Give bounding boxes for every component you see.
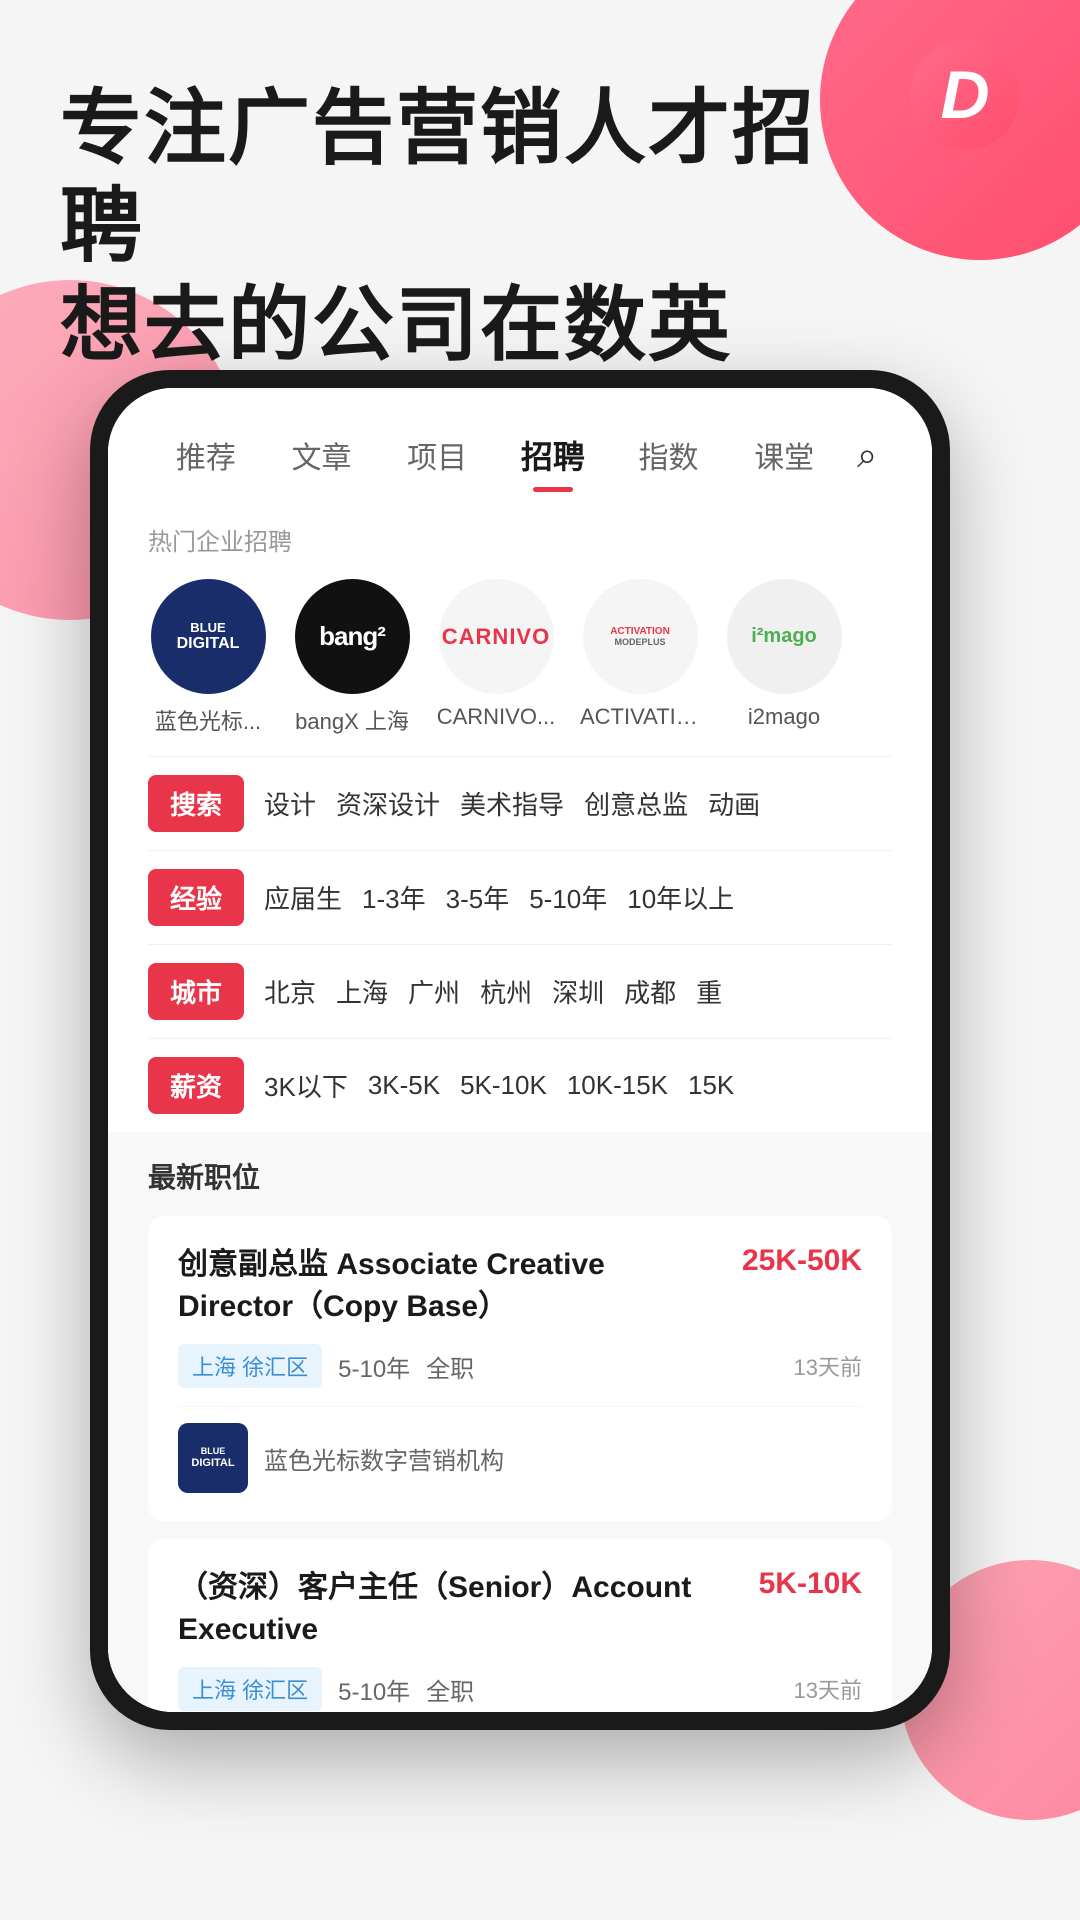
filter-opt-animation[interactable]: 动画 (708, 785, 760, 822)
filter-opt-creative-director[interactable]: 创意总监 (584, 785, 688, 822)
company-logo-small-0: BLUE DIGITAL (178, 1423, 248, 1493)
company-name-2: CARNIVO... (437, 704, 556, 730)
company-item-carnivo[interactable]: CARNIVO CARNIVO... (436, 579, 556, 736)
app-logo-letter: D (940, 56, 989, 134)
filter-tag-experience[interactable]: 经验 (148, 869, 244, 926)
filter-opt-3k-below[interactable]: 3K以下 (264, 1067, 348, 1104)
filter-opt-hangzhou[interactable]: 杭州 (480, 973, 532, 1010)
job-card-header-1: （资深）客户主任（Senior）Account Executive 5K-10K (178, 1567, 862, 1651)
filter-opt-10plus[interactable]: 10年以上 (627, 879, 734, 916)
job-title-1: （资深）客户主任（Senior）Account Executive (178, 1567, 739, 1651)
nav-item-recruit[interactable]: 招聘 (495, 424, 611, 486)
hero-section: 专注广告营销人才招聘 想去的公司在数英 (60, 80, 880, 375)
filter-opt-senior-design[interactable]: 资深设计 (336, 785, 440, 822)
company-name-3: ACTIVATIO... (580, 704, 700, 730)
nav-item-recommend[interactable]: 推荐 (148, 425, 264, 485)
job-location-1: 上海 徐汇区 (178, 1667, 322, 1711)
company-name-1: bangX 上海 (295, 704, 409, 736)
search-icon[interactable]: ⌕ (842, 434, 892, 477)
job-meta-1: 上海 徐汇区 5-10年 全职 13天前 (178, 1667, 862, 1711)
nav-item-course[interactable]: 课堂 (726, 425, 842, 485)
job-exp-1: 5-10年 (338, 1672, 410, 1707)
top-nav: 推荐 文章 项目 招聘 指数 课堂 ⌕ (108, 388, 932, 506)
company-item-activation[interactable]: ACTIVATION MODEPLUS ACTIVATIO... (580, 579, 700, 736)
filter-opt-fresh[interactable]: 应届生 (264, 879, 342, 916)
company-logo-imago: i²mago (727, 579, 842, 694)
filter-opt-3k-5k[interactable]: 3K-5K (368, 1070, 440, 1101)
filter-opt-art-director[interactable]: 美术指导 (460, 785, 564, 822)
job-title-0: 创意副总监 Associate Creative Director（Copy B… (178, 1244, 722, 1328)
filter-tag-salary[interactable]: 薪资 (148, 1057, 244, 1114)
job-card-0[interactable]: 创意副总监 Associate Creative Director（Copy B… (148, 1216, 892, 1521)
filter-opt-more[interactable]: 重 (696, 973, 722, 1010)
filter-row-search: 搜索 设计 资深设计 美术指导 创意总监 动画 (148, 756, 892, 850)
filter-opt-design[interactable]: 设计 (264, 785, 316, 822)
job-card-1[interactable]: （资深）客户主任（Senior）Account Executive 5K-10K… (148, 1539, 892, 1712)
job-salary-1: 5K-10K (759, 1567, 862, 1601)
jobs-section: 最新职位 创意副总监 Associate Creative Director（C… (108, 1132, 932, 1712)
filter-row-city: 城市 北京 上海 广州 杭州 深圳 成都 重 (148, 944, 892, 1038)
job-exp-0: 5-10年 (338, 1349, 410, 1384)
filter-opt-10k-15k[interactable]: 10K-15K (567, 1070, 668, 1101)
job-type-1: 全职 (426, 1672, 474, 1707)
phone-content: 推荐 文章 项目 招聘 指数 课堂 ⌕ 热门企业招聘 BLUE DIGITAL (108, 388, 932, 1712)
job-time-1: 13天前 (794, 1673, 862, 1705)
phone-outer: 推荐 文章 项目 招聘 指数 课堂 ⌕ 热门企业招聘 BLUE DIGITAL (90, 370, 950, 1730)
filter-opt-15k[interactable]: 15K (688, 1070, 734, 1101)
filter-tag-search[interactable]: 搜索 (148, 775, 244, 832)
hero-title: 专注广告营销人才招聘 想去的公司在数英 (60, 80, 880, 375)
job-meta-0: 上海 徐汇区 5-10年 全职 13天前 (178, 1344, 862, 1388)
filter-opt-shenzhen[interactable]: 深圳 (552, 973, 604, 1010)
company-logos-list: BLUE DIGITAL 蓝色光标... bang² bangX 上海 CARN… (108, 569, 932, 756)
company-logo-bangx: bang² (295, 579, 410, 694)
company-logo-blue-digital: BLUE DIGITAL (151, 579, 266, 694)
filter-section: 搜索 设计 资深设计 美术指导 创意总监 动画 经验 应届生 1-3年 3-5年… (108, 756, 932, 1132)
company-logo-activation: ACTIVATION MODEPLUS (583, 579, 698, 694)
phone-mockup: 推荐 文章 项目 招聘 指数 课堂 ⌕ 热门企业招聘 BLUE DIGITAL (90, 370, 1080, 1820)
job-company-0: BLUE DIGITAL 蓝色光标数字营销机构 (178, 1406, 862, 1493)
filter-opt-1-3[interactable]: 1-3年 (362, 879, 426, 916)
nav-item-project[interactable]: 项目 (379, 425, 495, 485)
filter-opt-shanghai[interactable]: 上海 (336, 973, 388, 1010)
filter-tag-city[interactable]: 城市 (148, 963, 244, 1020)
job-card-header-0: 创意副总监 Associate Creative Director（Copy B… (178, 1244, 862, 1328)
company-logo-carnivo: CARNIVO (439, 579, 554, 694)
filter-row-salary: 薪资 3K以下 3K-5K 5K-10K 10K-15K 15K (148, 1038, 892, 1132)
filter-opt-5k-10k[interactable]: 5K-10K (460, 1070, 547, 1101)
filter-opt-5-10[interactable]: 5-10年 (529, 879, 607, 916)
company-name-job-0: 蓝色光标数字营销机构 (264, 1441, 504, 1476)
job-type-0: 全职 (426, 1349, 474, 1384)
job-salary-0: 25K-50K (742, 1244, 862, 1278)
filter-opt-beijing[interactable]: 北京 (264, 973, 316, 1010)
filter-row-experience: 经验 应届生 1-3年 3-5年 5-10年 10年以上 (148, 850, 892, 944)
company-name-0: 蓝色光标... (155, 704, 261, 736)
phone-inner: 推荐 文章 项目 招聘 指数 课堂 ⌕ 热门企业招聘 BLUE DIGITAL (108, 388, 932, 1712)
filter-opt-chengdu[interactable]: 成都 (624, 973, 676, 1010)
nav-item-index[interactable]: 指数 (611, 425, 727, 485)
company-name-4: i2mago (748, 704, 820, 730)
company-item-bangx[interactable]: bang² bangX 上海 (292, 579, 412, 736)
nav-item-article[interactable]: 文章 (264, 425, 380, 485)
company-item-imago[interactable]: i²mago i2mago (724, 579, 844, 736)
job-time-0: 13天前 (794, 1350, 862, 1382)
jobs-title: 最新职位 (148, 1156, 892, 1196)
app-logo: D (910, 40, 1020, 150)
hot-companies-label: 热门企业招聘 (108, 506, 932, 569)
filter-opt-guangzhou[interactable]: 广州 (408, 973, 460, 1010)
filter-opt-3-5[interactable]: 3-5年 (446, 879, 510, 916)
job-location-0: 上海 徐汇区 (178, 1344, 322, 1388)
company-item-blue-digital[interactable]: BLUE DIGITAL 蓝色光标... (148, 579, 268, 736)
